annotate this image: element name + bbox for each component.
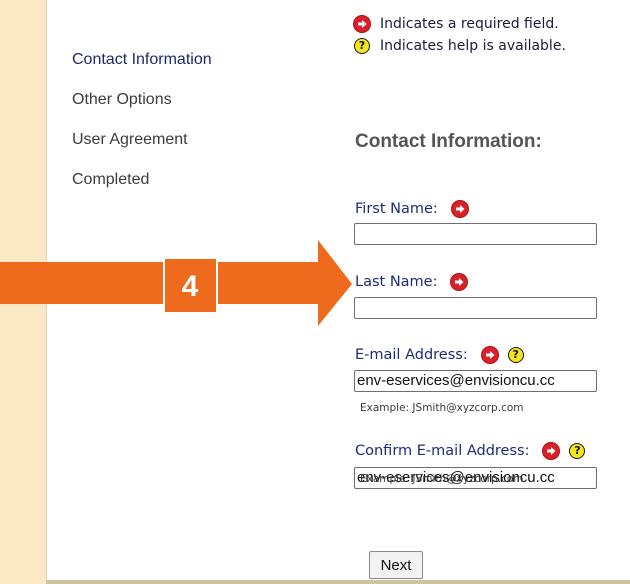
first-name-label: First Name: bbox=[355, 201, 468, 217]
help-question-icon[interactable]: ? bbox=[569, 443, 586, 459]
email-label: E-mail Address: ? bbox=[355, 347, 524, 363]
required-arrow-icon bbox=[481, 347, 498, 363]
confirm-email-example: Example: JSmith@xyzcorp.com bbox=[360, 473, 524, 485]
email-example: Example: JSmith@xyzcorp.com bbox=[360, 402, 524, 414]
required-arrow-icon bbox=[451, 201, 468, 217]
first-name-input[interactable] bbox=[354, 223, 597, 245]
legend-required: Indicates a required field. bbox=[354, 13, 566, 35]
email-input[interactable]: env-eservices@envisioncu.cc bbox=[354, 370, 597, 392]
help-question-icon[interactable]: ? bbox=[507, 347, 524, 363]
next-button[interactable]: Next bbox=[369, 551, 423, 579]
required-arrow-icon bbox=[354, 16, 370, 32]
last-name-label: Last Name: bbox=[355, 274, 468, 290]
nav-item-user-agreement[interactable]: User Agreement bbox=[72, 130, 292, 170]
legend-help: ? Indicates help is available. bbox=[354, 35, 566, 57]
email-label-text: E-mail Address: bbox=[355, 347, 468, 363]
last-name-label-text: Last Name: bbox=[355, 274, 438, 290]
nav-item-other-options[interactable]: Other Options bbox=[72, 90, 292, 130]
legend-required-text: Indicates a required field. bbox=[380, 16, 559, 32]
first-name-label-text: First Name: bbox=[355, 201, 438, 217]
required-arrow-icon bbox=[451, 274, 468, 290]
section-title: Contact Information: bbox=[355, 131, 542, 152]
help-question-icon: ? bbox=[354, 38, 370, 54]
nav-item-completed[interactable]: Completed bbox=[72, 170, 292, 210]
legend: Indicates a required field. ? Indicates … bbox=[354, 13, 566, 57]
confirm-email-label: Confirm E-mail Address: ? bbox=[355, 443, 586, 459]
nav-item-contact-information[interactable]: Contact Information bbox=[72, 50, 292, 90]
confirm-email-label-text: Confirm E-mail Address: bbox=[355, 443, 530, 459]
annotation-arrow: 4 bbox=[0, 240, 352, 326]
step-number: 4 bbox=[182, 270, 199, 303]
required-arrow-icon bbox=[543, 443, 560, 459]
step-navigation: Contact Information Other Options User A… bbox=[72, 50, 292, 210]
last-name-input[interactable] bbox=[354, 297, 597, 319]
bottom-rule bbox=[46, 580, 630, 584]
legend-help-text: Indicates help is available. bbox=[380, 38, 566, 54]
